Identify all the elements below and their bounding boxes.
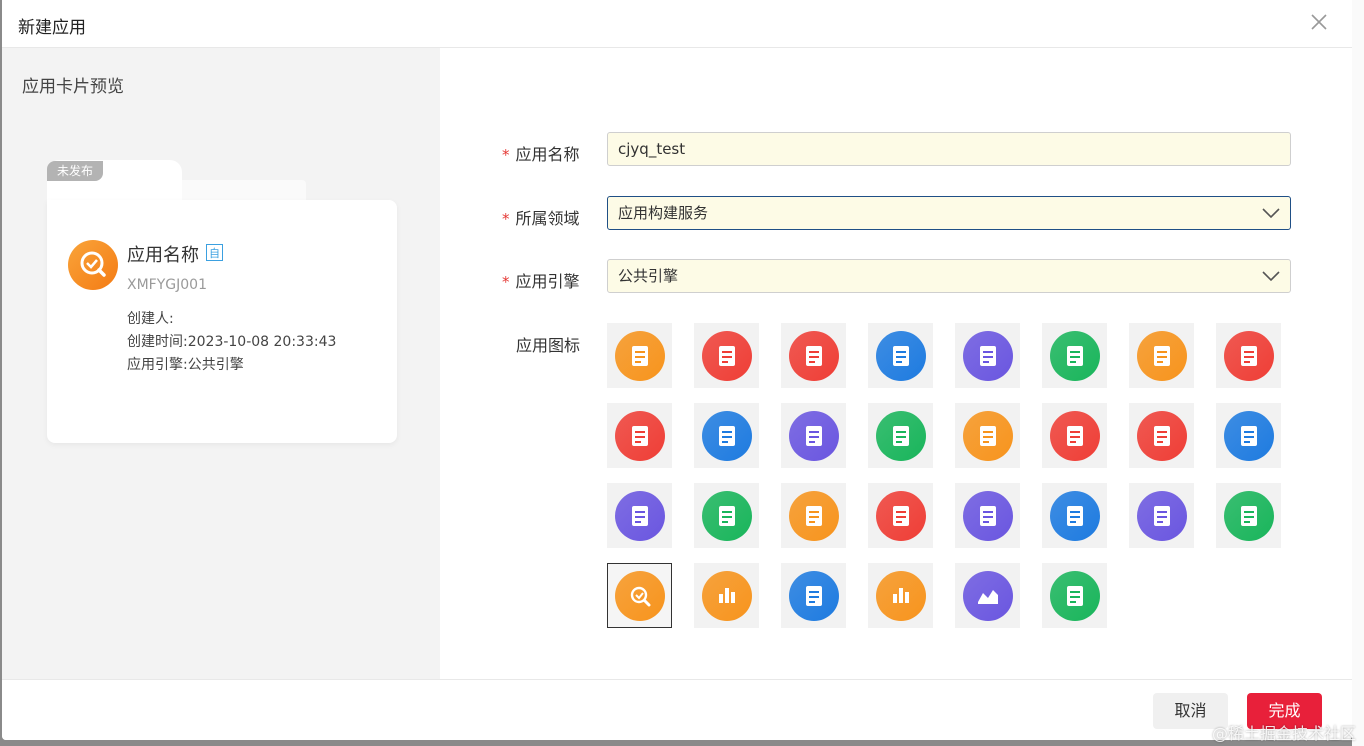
app-card-preview: 应用名称 自 XMFYGJ001 创建人: 创建时间:2023-10-08 20… xyxy=(47,200,397,443)
icon-option[interactable] xyxy=(1216,403,1281,468)
search-check-icon xyxy=(614,570,665,621)
icon-option[interactable] xyxy=(1129,483,1194,548)
icon-option[interactable] xyxy=(694,403,759,468)
domain-select[interactable]: 应用构建服务 xyxy=(607,196,1291,230)
engine-label: * 应用引擎 xyxy=(502,272,580,291)
icon-option[interactable] xyxy=(1042,563,1107,628)
icon-option[interactable] xyxy=(607,483,672,548)
preview-title: 应用卡片预览 xyxy=(22,77,124,97)
note-icon xyxy=(1049,570,1100,621)
close-icon[interactable] xyxy=(1310,13,1330,33)
area-chart-icon xyxy=(962,570,1013,621)
doc-edit-icon xyxy=(788,570,839,621)
icon-label: 应用图标 xyxy=(516,336,581,355)
clipboard-add-icon xyxy=(1136,330,1187,381)
folder-gear-icon xyxy=(1049,330,1100,381)
icon-option[interactable] xyxy=(955,483,1020,548)
icon-option[interactable] xyxy=(1129,403,1194,468)
card-created-time: 创建时间:2023-10-08 20:33:43 xyxy=(127,334,337,350)
icon-option[interactable] xyxy=(868,323,933,388)
dialog-header: 新建应用 xyxy=(2,0,1352,48)
doc-pie-icon xyxy=(875,490,926,541)
doc-user-icon xyxy=(1223,410,1274,461)
name-label: * 应用名称 xyxy=(502,145,580,164)
doc-gear-icon xyxy=(1136,490,1187,541)
icon-option[interactable] xyxy=(781,483,846,548)
icon-option[interactable] xyxy=(694,563,759,628)
card-engine: 应用引擎:公共引擎 xyxy=(127,357,244,373)
cabinet-icon xyxy=(1136,410,1187,461)
icon-option[interactable] xyxy=(781,323,846,388)
bar-chart-icon xyxy=(701,570,752,621)
icon-option[interactable] xyxy=(607,323,672,388)
dialog-title: 新建应用 xyxy=(18,18,86,38)
toolbox-icon xyxy=(614,330,665,381)
chevron-down-icon xyxy=(1262,208,1280,219)
icon-option[interactable] xyxy=(781,563,846,628)
clipboard-check-icon xyxy=(962,330,1013,381)
window-icon xyxy=(701,490,752,541)
icon-grid xyxy=(607,323,1287,628)
app-name-field[interactable] xyxy=(607,132,1291,166)
icon-option[interactable] xyxy=(868,483,933,548)
book-icon xyxy=(875,410,926,461)
new-app-dialog: 新建应用 应用卡片预览 未发布 应用名称 自 XMFYGJ001 创建人: 创建… xyxy=(2,0,1352,740)
status-badge: 未发布 xyxy=(47,161,103,181)
tray-icon xyxy=(962,490,1013,541)
card-self-tag: 自 xyxy=(206,244,223,261)
box-icon xyxy=(1049,410,1100,461)
icon-option[interactable] xyxy=(868,563,933,628)
chat-gear-icon xyxy=(875,330,926,381)
dialog-footer: 取消 完成 xyxy=(2,679,1352,740)
clipboard-edit-icon xyxy=(788,330,839,381)
domain-label: * 所属领域 xyxy=(502,209,580,228)
app-form: *应用名称 *所属领域 应用构建服务 *应用引擎 公共引擎 应用图标 xyxy=(440,48,1352,679)
search-check-icon xyxy=(67,239,119,291)
icon-option[interactable] xyxy=(868,403,933,468)
icon-option[interactable] xyxy=(955,323,1020,388)
monitor-gear-icon xyxy=(701,330,752,381)
bar-chart-icon xyxy=(875,570,926,621)
page-scrollbar[interactable] xyxy=(1352,0,1364,746)
icon-option[interactable] xyxy=(694,483,759,548)
icon-option[interactable] xyxy=(781,403,846,468)
icon-option[interactable] xyxy=(1042,403,1107,468)
chevron-down-icon xyxy=(1262,271,1280,282)
card-app-code: XMFYGJ001 xyxy=(127,277,207,293)
icon-option[interactable] xyxy=(955,403,1020,468)
icon-option[interactable] xyxy=(607,563,672,628)
engine-select[interactable]: 公共引擎 xyxy=(607,259,1291,293)
card-app-name: 应用名称 xyxy=(127,245,199,266)
engine-selected-value: 公共引擎 xyxy=(618,267,679,285)
domain-selected-value: 应用构建服务 xyxy=(618,204,709,222)
doc-check-icon xyxy=(1049,490,1100,541)
doc-bookmark-icon xyxy=(614,490,665,541)
icon-option[interactable] xyxy=(1129,323,1194,388)
chart-report-icon xyxy=(614,410,665,461)
card-creator: 创建人: xyxy=(127,311,174,327)
icon-option[interactable] xyxy=(1216,323,1281,388)
card-preview-panel: 应用卡片预览 未发布 应用名称 自 XMFYGJ001 创建人: 创建时间:20… xyxy=(2,48,440,679)
icon-option[interactable] xyxy=(1216,483,1281,548)
document-icon xyxy=(788,490,839,541)
notebook-icon xyxy=(1223,490,1274,541)
icon-option[interactable] xyxy=(955,563,1020,628)
clipboard-list-icon xyxy=(701,410,752,461)
icon-option[interactable] xyxy=(607,403,672,468)
briefcase-icon xyxy=(788,410,839,461)
icon-option[interactable] xyxy=(694,323,759,388)
clipboard-plus-icon xyxy=(962,410,1013,461)
box-icon xyxy=(1223,330,1274,381)
app-name-input[interactable] xyxy=(618,140,1258,158)
icon-option[interactable] xyxy=(1042,323,1107,388)
watermark: @稀土掘金技术社区 xyxy=(1211,724,1356,743)
icon-option[interactable] xyxy=(1042,483,1107,548)
